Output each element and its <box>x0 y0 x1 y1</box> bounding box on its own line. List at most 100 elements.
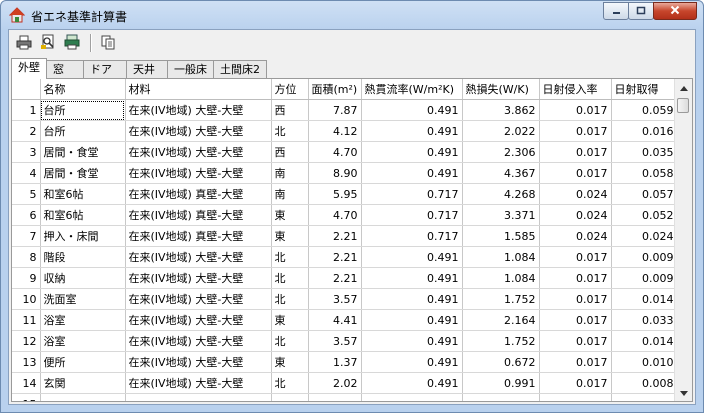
orientation-cell[interactable]: 北 <box>271 372 309 394</box>
area-cell[interactable]: 4.12 <box>308 120 362 142</box>
solar-entry-cell[interactable]: 0.017 <box>539 141 612 163</box>
table-row[interactable]: 12 浴室 在来(IV地域) 大壁-大壁北 3.57 0.491 1.752 0.017 0.… <box>12 330 678 352</box>
scroll-up-button[interactable] <box>675 79 692 96</box>
solar-gain-cell[interactable]: 0.014 <box>611 288 678 310</box>
material-cell[interactable]: 在来(IV地域) 大壁-大壁 <box>125 141 272 163</box>
table-row[interactable]: 9 収納 在来(IV地域) 大壁-大壁北 2.21 0.491 1.084 0.017 0.0… <box>12 267 678 289</box>
area-cell[interactable]: 8.90 <box>308 162 362 184</box>
heat-loss-cell[interactable]: 3.862 <box>462 99 540 121</box>
material-cell[interactable]: 在来(IV地域) 真壁-大壁 <box>125 225 272 247</box>
solar-gain-cell[interactable]: 0.008 <box>611 372 678 394</box>
area-cell[interactable]: 4.70 <box>308 141 362 163</box>
area-cell[interactable]: 5.95 <box>308 183 362 205</box>
heat-loss-cell[interactable]: 1.752 <box>462 330 540 352</box>
u-value-cell[interactable]: 0.491 <box>361 372 463 394</box>
heat-loss-cell[interactable]: 4.268 <box>462 183 540 205</box>
name-cell[interactable] <box>40 393 126 401</box>
heat-loss-cell[interactable]: 1.084 <box>462 267 540 289</box>
heat-loss-cell[interactable] <box>462 393 540 401</box>
heat-loss-cell[interactable]: 1.084 <box>462 246 540 268</box>
heat-loss-cell[interactable]: 3.371 <box>462 204 540 226</box>
table-row[interactable]: 8 階段 在来(IV地域) 大壁-大壁北 2.21 0.491 1.084 0.017 0.0… <box>12 246 678 268</box>
heat-loss-cell[interactable]: 2.306 <box>462 141 540 163</box>
heat-loss-cell[interactable]: 1.585 <box>462 225 540 247</box>
table-row[interactable]: 6 和室6帖 在来(IV地域) 真壁-大壁東 4.70 0.717 3.371 0.024 0… <box>12 204 678 226</box>
material-cell[interactable] <box>125 393 272 401</box>
column-header-orientation[interactable]: 方位 <box>271 79 309 100</box>
solar-entry-cell[interactable]: 0.017 <box>539 267 612 289</box>
u-value-cell[interactable]: 0.491 <box>361 120 463 142</box>
area-cell[interactable]: 2.21 <box>308 267 362 289</box>
scroll-down-button[interactable] <box>675 384 692 401</box>
u-value-cell[interactable]: 0.717 <box>361 204 463 226</box>
orientation-cell[interactable]: 東 <box>271 351 309 373</box>
title-bar[interactable]: 省エネ基準計算書 <box>1 1 703 29</box>
u-value-cell[interactable]: 0.491 <box>361 162 463 184</box>
orientation-cell[interactable]: 北 <box>271 120 309 142</box>
tab-earth-floor[interactable]: 土間床2 <box>213 60 267 78</box>
name-cell[interactable]: 和室6帖 <box>40 204 126 226</box>
area-cell[interactable]: 2.21 <box>308 225 362 247</box>
orientation-cell[interactable]: 南 <box>271 162 309 184</box>
table-row[interactable]: 1 台所 在来(IV地域) 大壁-大壁西 7.87 0.491 3.862 0.017 0.0… <box>12 99 678 121</box>
solar-entry-cell[interactable]: 0.017 <box>539 120 612 142</box>
table-row[interactable]: 14 玄関 在来(IV地域) 大壁-大壁北 2.02 0.491 0.991 0.017 0.… <box>12 372 678 394</box>
solar-entry-cell[interactable]: 0.017 <box>539 309 612 331</box>
minimize-button[interactable] <box>603 2 629 20</box>
solar-gain-cell[interactable]: 0.052 <box>611 204 678 226</box>
table-row[interactable]: 11 浴室 在来(IV地域) 大壁-大壁東 4.41 0.491 2.164 0.017 0.… <box>12 309 678 331</box>
table-row[interactable]: 5 和室6帖 在来(IV地域) 真壁-大壁南 5.95 0.717 4.268 0.024 0… <box>12 183 678 205</box>
tab-exterior-wall[interactable]: 外壁 <box>11 58 47 79</box>
u-value-cell[interactable]: 0.491 <box>361 246 463 268</box>
heat-loss-cell[interactable]: 0.991 <box>462 372 540 394</box>
column-header-u-value[interactable]: 熱貫流率(W/m²K) <box>361 79 463 100</box>
orientation-cell[interactable]: 東 <box>271 204 309 226</box>
solar-entry-cell[interactable] <box>539 393 612 401</box>
name-cell[interactable]: 便所 <box>40 351 126 373</box>
table-row[interactable]: 13 便所 在来(IV地域) 大壁-大壁東 1.37 0.491 0.672 0.017 0.… <box>12 351 678 373</box>
solar-gain-cell[interactable]: 0.010 <box>611 351 678 373</box>
close-button[interactable] <box>653 2 697 20</box>
solar-entry-cell[interactable]: 0.024 <box>539 225 612 247</box>
material-cell[interactable]: 在来(IV地域) 大壁-大壁 <box>125 246 272 268</box>
print-button[interactable] <box>13 33 35 53</box>
u-value-cell[interactable]: 0.717 <box>361 183 463 205</box>
material-cell[interactable]: 在来(IV地域) 大壁-大壁 <box>125 288 272 310</box>
solar-gain-cell[interactable] <box>611 393 678 401</box>
material-cell[interactable]: 在来(IV地域) 大壁-大壁 <box>125 309 272 331</box>
name-cell[interactable]: 居間・食堂 <box>40 162 126 184</box>
column-header-solar-entry-rate[interactable]: 日射侵入率 <box>539 79 612 100</box>
solar-entry-cell[interactable]: 0.017 <box>539 351 612 373</box>
area-cell[interactable]: 2.21 <box>308 246 362 268</box>
solar-gain-cell[interactable]: 0.009 <box>611 246 678 268</box>
u-value-cell[interactable]: 0.491 <box>361 330 463 352</box>
material-cell[interactable]: 在来(IV地域) 真壁-大壁 <box>125 183 272 205</box>
name-cell[interactable]: 階段 <box>40 246 126 268</box>
name-cell[interactable]: 居間・食堂 <box>40 141 126 163</box>
vertical-scrollbar[interactable] <box>674 79 692 401</box>
material-cell[interactable]: 在来(IV地域) 大壁-大壁 <box>125 372 272 394</box>
material-cell[interactable]: 在来(IV地域) 大壁-大壁 <box>125 120 272 142</box>
u-value-cell[interactable]: 0.491 <box>361 351 463 373</box>
name-cell[interactable]: 浴室 <box>40 330 126 352</box>
column-header-heat-loss[interactable]: 熱損失(W/K) <box>462 79 540 100</box>
scrollbar-thumb[interactable] <box>677 98 689 113</box>
solar-entry-cell[interactable]: 0.017 <box>539 372 612 394</box>
column-header-rownum[interactable] <box>12 79 41 100</box>
table-row[interactable]: 10 洗面室 在来(IV地域) 大壁-大壁北 3.57 0.491 1.752 0.017 0… <box>12 288 678 310</box>
table-row[interactable]: 2 台所 在来(IV地域) 大壁-大壁北 4.12 0.491 2.022 0.017 0.0… <box>12 120 678 142</box>
table-row[interactable]: 3 居間・食堂 在来(IV地域) 大壁-大壁西 4.70 0.491 2.306 0.017… <box>12 141 678 163</box>
heat-loss-cell[interactable]: 1.752 <box>462 288 540 310</box>
orientation-cell[interactable]: 南 <box>271 183 309 205</box>
u-value-cell[interactable] <box>361 393 463 401</box>
material-cell[interactable]: 在来(IV地域) 大壁-大壁 <box>125 351 272 373</box>
heat-loss-cell[interactable]: 2.164 <box>462 309 540 331</box>
u-value-cell[interactable]: 0.491 <box>361 141 463 163</box>
column-header-material[interactable]: 材料 <box>125 79 272 100</box>
area-cell[interactable]: 2.02 <box>308 372 362 394</box>
solar-gain-cell[interactable]: 0.057 <box>611 183 678 205</box>
tab-general-floor[interactable]: 一般床 <box>167 60 214 78</box>
material-cell[interactable]: 在来(IV地域) 大壁-大壁 <box>125 267 272 289</box>
print-setup-button[interactable] <box>61 33 83 53</box>
data-grid[interactable]: 名称 材料 方位 面積(m²) 熱貫流率(W/m²K) 熱損失(W/K) 日射侵… <box>11 78 693 402</box>
